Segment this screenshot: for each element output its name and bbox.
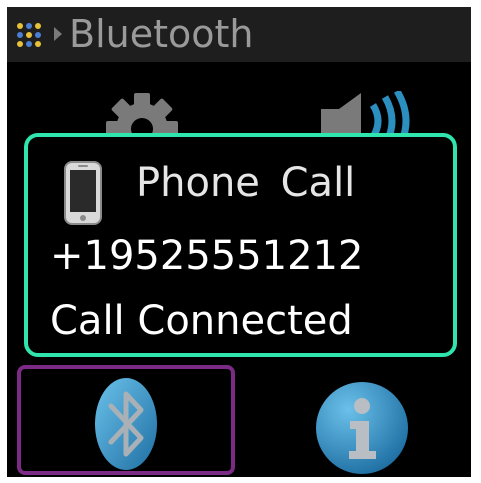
call-title: Phone Call <box>136 160 356 206</box>
info-icon[interactable] <box>313 379 411 477</box>
device-screen: Bluetooth Phone Call +19525551212 Call C… <box>7 7 471 477</box>
bluetooth-button[interactable] <box>17 365 235 475</box>
bluetooth-icon <box>95 378 157 470</box>
page-title: Bluetooth <box>69 12 254 56</box>
title-bar: Bluetooth <box>7 7 471 62</box>
breadcrumb-arrow-icon <box>54 27 62 41</box>
grid-dots-icon[interactable] <box>17 23 41 47</box>
caller-number: +19525551212 <box>50 233 364 279</box>
mobile-phone-icon <box>64 161 102 225</box>
call-status: Call Connected <box>50 298 353 344</box>
call-dialog[interactable]: Phone Call +19525551212 Call Connected <box>24 133 457 357</box>
